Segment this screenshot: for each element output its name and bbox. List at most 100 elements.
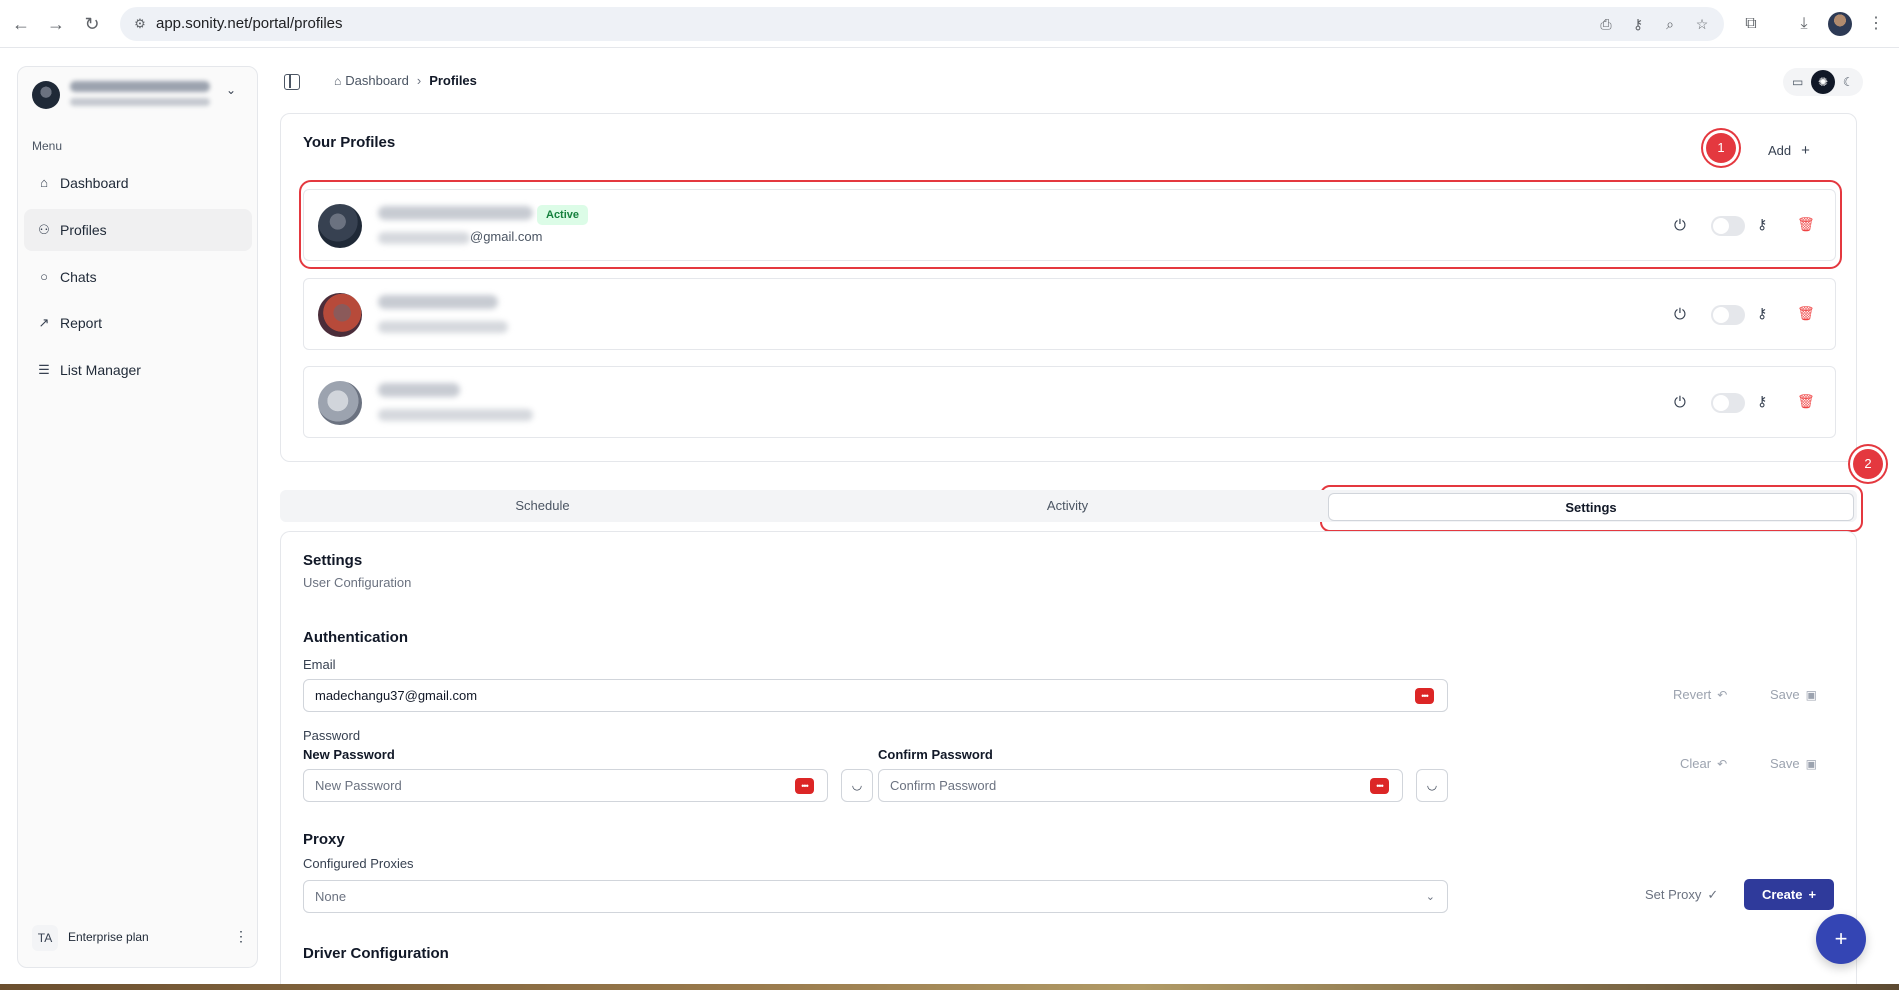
eye-closed-icon[interactable]: ◡ (841, 769, 873, 802)
profile-toggle[interactable] (1711, 393, 1745, 413)
home-icon: ⌂ (40, 175, 48, 190)
extensions-icon[interactable]: ⧉ (1739, 12, 1763, 36)
sidebar-item-chats[interactable]: ○ Chats (24, 256, 252, 298)
sidebar-item-label: Profiles (60, 222, 107, 238)
chat-icon: ○ (40, 269, 48, 284)
power-icon[interactable]: ⏻ (1674, 306, 1686, 323)
save-label: Save (1770, 687, 1800, 702)
chevron-down-icon: ⌄ (1425, 891, 1435, 903)
profile-email-redacted (378, 321, 508, 333)
sidebar-item-dashboard[interactable]: ⌂ Dashboard (24, 162, 252, 204)
back-icon[interactable]: ← (9, 12, 33, 36)
eye-closed-icon[interactable]: ◡ (1416, 769, 1448, 802)
key-icon[interactable]: ⚷ (1757, 393, 1767, 410)
profiles-card: Your Profiles Add + Active @gmail.com ⏻ ⚷… (280, 113, 1857, 462)
trash-icon[interactable]: 🗑 (1797, 393, 1815, 410)
avatar (318, 381, 362, 425)
profile-icon[interactable] (1828, 12, 1852, 36)
sidebar-item-label: Report (60, 315, 103, 331)
highlight-profile-row (299, 180, 1842, 269)
fab-add-button[interactable]: + (1816, 914, 1866, 964)
set-proxy-button[interactable]: Set Proxy ✓ (1645, 887, 1718, 903)
star-icon[interactable]: ☆ (1693, 15, 1711, 33)
address-bar[interactable]: ⚙ app.sonity.net/portal/profiles ⎙ ⚷ ⌕ ☆ (120, 7, 1724, 41)
chevron-down-icon[interactable]: ⌄ (226, 83, 236, 97)
set-proxy-label: Set Proxy (1645, 887, 1702, 902)
more-vert-icon[interactable]: ⋮ (1864, 12, 1888, 36)
browser-toolbar: ← → ↻ ⚙ app.sonity.net/portal/profiles ⎙… (0, 0, 1899, 48)
reload-icon[interactable]: ↻ (80, 12, 104, 36)
zoom-icon[interactable]: ⌕ (1661, 15, 1679, 33)
plan-avatar: TA (32, 925, 58, 951)
step-marker-1: 1 (1706, 133, 1736, 163)
trash-icon[interactable]: 🗑 (1797, 305, 1815, 322)
add-label: Add (1768, 143, 1792, 158)
clear-label: Clear (1680, 756, 1712, 771)
profile-row[interactable]: ⏻ ⚷ 🗑 (303, 366, 1836, 438)
profile-name-redacted (378, 383, 460, 397)
step-marker-2: 2 (1853, 449, 1883, 479)
sun-icon[interactable]: ✺ (1810, 70, 1835, 94)
add-profile-button[interactable]: Add + (1768, 142, 1810, 159)
sidebar-toggle-icon[interactable] (284, 74, 300, 90)
email-field[interactable]: madechangu37@gmail.com ••• (303, 679, 1448, 712)
sidebar-item-profiles[interactable]: ⚇ Profiles (24, 209, 252, 251)
create-proxy-button[interactable]: Create + (1744, 879, 1834, 910)
sidebar-item-report[interactable]: ↗ Report (24, 302, 252, 344)
profile-name-redacted (378, 295, 498, 309)
revert-button[interactable]: Revert ↶ (1673, 687, 1727, 702)
settings-title: Settings (303, 552, 363, 569)
tab-activity[interactable]: Activity (805, 490, 1330, 522)
power-icon[interactable]: ⏻ (1674, 394, 1686, 411)
new-password-field[interactable]: New Password ••• (303, 769, 828, 802)
tab-bar: Schedule Activity Settings (280, 490, 1857, 522)
chevron-right-icon: › (416, 73, 422, 88)
save-icon: ▣ (1805, 757, 1817, 771)
home-icon: ⌂ (334, 73, 342, 88)
revert-label: Revert (1673, 687, 1712, 702)
sidebar-item-list-manager[interactable]: ☰ List Manager (24, 349, 252, 391)
more-vert-icon[interactable]: ⋮ (234, 928, 248, 945)
save-label: Save (1770, 756, 1800, 771)
proxy-select[interactable]: None ⌄ (303, 880, 1448, 913)
save-password-button[interactable]: Save ▣ (1770, 756, 1817, 771)
new-password-label: New Password (303, 747, 395, 762)
clear-button[interactable]: Clear ↶ (1680, 756, 1727, 771)
monitor-icon[interactable]: ▭ (1786, 70, 1810, 94)
breadcrumb-dashboard[interactable]: Dashboard (345, 73, 409, 88)
key-icon[interactable]: ⚷ (1757, 305, 1767, 322)
create-label: Create (1761, 887, 1803, 902)
account-name-redacted (70, 81, 210, 92)
forward-icon[interactable]: → (44, 12, 68, 36)
profile-toggle[interactable] (1711, 305, 1745, 325)
tab-settings[interactable]: Settings (1328, 493, 1854, 521)
sidebar: ⌄ Menu ⌂ Dashboard ⚇ Profiles ○ Chats ↗ … (17, 66, 258, 968)
plus-icon: + (1801, 142, 1810, 159)
install-icon[interactable]: ⎙ (1597, 15, 1615, 33)
proxy-heading: Proxy (303, 831, 345, 848)
confirm-password-field[interactable]: Confirm Password ••• (878, 769, 1403, 802)
moon-icon[interactable]: ☾ (1836, 70, 1860, 94)
tab-schedule[interactable]: Schedule (280, 490, 805, 522)
password-key-icon[interactable]: ⚷ (1629, 15, 1647, 33)
auth-heading: Authentication (303, 629, 408, 646)
settings-card: Settings User Configuration Authenticati… (280, 531, 1857, 990)
password-manager-icon[interactable]: ••• (1370, 778, 1389, 794)
save-icon: ▣ (1805, 688, 1817, 702)
account-switcher[interactable]: ⌄ (18, 67, 257, 123)
plan-footer[interactable]: TA Enterprise plan ⋮ (32, 922, 248, 952)
account-avatar (32, 81, 60, 109)
sidebar-item-label: Chats (60, 269, 97, 285)
download-icon[interactable]: ⤓ (1792, 12, 1816, 36)
breadcrumb: ⌂ Dashboard › Profiles (334, 73, 477, 88)
url-text[interactable]: app.sonity.net/portal/profiles (156, 15, 343, 32)
profile-row[interactable]: ⏻ ⚷ 🗑 (303, 278, 1836, 350)
save-email-button[interactable]: Save ▣ (1770, 687, 1817, 702)
password-manager-icon[interactable]: ••• (795, 778, 814, 794)
site-info-icon[interactable]: ⚙ (132, 16, 148, 32)
plan-label: Enterprise plan (68, 930, 149, 944)
password-manager-icon[interactable]: ••• (1415, 688, 1434, 704)
plus-icon: + (1808, 887, 1817, 902)
email-label: Email (303, 657, 336, 672)
sidebar-item-label: Dashboard (60, 175, 129, 191)
